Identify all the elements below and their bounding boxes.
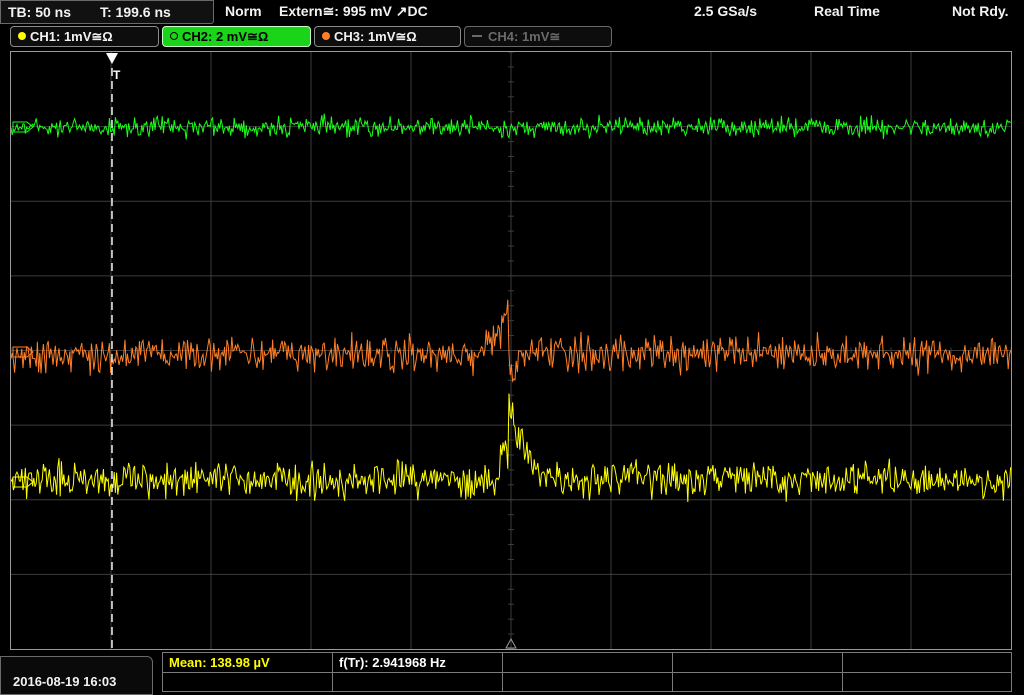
trigger-marker-label: T <box>113 68 121 82</box>
sample-rate: 2.5 GSa/s <box>694 3 758 19</box>
meas-cell-empty-7[interactable] <box>673 673 843 691</box>
trigger-position-arrow <box>106 53 118 64</box>
meas-cell-empty-5[interactable] <box>333 673 503 691</box>
trigger-time-readout: T: 199.6 ns <box>100 4 171 20</box>
ch4-label: CH4: 1mV≅ <box>488 29 561 44</box>
measurement-frequency: f(Tr): 2.941968 Hz <box>339 655 446 670</box>
ch2-color-dot <box>170 32 178 40</box>
measurement-mean: Mean: 138.98 µV <box>169 655 270 670</box>
datetime-readout: 2016-08-19 16:03 <box>13 674 117 689</box>
tab-ch4[interactable]: CH4: 1mV≅ <box>464 26 612 47</box>
meas-cell-empty-1[interactable] <box>503 653 673 673</box>
status-bar: TB: 50 ns T: 199.6 ns Norm Extern≅: 995 … <box>0 0 1024 24</box>
timebase-readout: TB: 50 ns <box>8 4 72 20</box>
meas-cell-freq[interactable]: f(Tr): 2.941968 Hz <box>333 653 503 673</box>
tab-ch3[interactable]: CH3: 1mV≅Ω <box>314 26 461 47</box>
waveform-display[interactable]: T <box>10 51 1012 650</box>
acquisition-status: Not Rdy. <box>952 3 1009 19</box>
tab-ch1[interactable]: CH1: 1mV≅Ω <box>10 26 159 47</box>
meas-cell-mean[interactable]: Mean: 138.98 µV <box>163 653 333 673</box>
ch3-color-dot <box>322 32 330 40</box>
channel-tabs: CH1: 1mV≅Ω CH2: 2 mV≅Ω CH3: 1mV≅Ω CH4: 1… <box>0 26 1024 48</box>
meas-cell-empty-8[interactable] <box>843 673 1011 691</box>
ch1-color-dot <box>18 32 26 40</box>
meas-cell-empty-2[interactable] <box>673 653 843 673</box>
timebase-panel[interactable]: TB: 50 ns T: 199.6 ns <box>0 0 214 24</box>
ch4-off-indicator <box>472 35 482 37</box>
meas-cell-empty-3[interactable] <box>843 653 1011 673</box>
measurement-table[interactable]: Mean: 138.98 µV f(Tr): 2.941968 Hz <box>162 652 1012 692</box>
graticule <box>11 52 1011 649</box>
acquisition-mode[interactable]: Norm <box>225 3 262 19</box>
time-mode: Real Time <box>814 3 880 19</box>
ch1-label: CH1: 1mV≅Ω <box>30 29 113 44</box>
meas-cell-empty-6[interactable] <box>503 673 673 691</box>
tab-ch2[interactable]: CH2: 2 mV≅Ω <box>162 26 311 47</box>
ch3-label: CH3: 1mV≅Ω <box>334 29 417 44</box>
waveform-canvas: T <box>11 52 1011 649</box>
datetime-panel: 2016-08-19 16:03 <box>0 656 153 695</box>
meas-cell-empty-4[interactable] <box>163 673 333 691</box>
ch2-label: CH2: 2 mV≅Ω <box>182 29 269 44</box>
trigger-source[interactable]: Extern≅: 995 mV ↗DC <box>279 3 428 20</box>
